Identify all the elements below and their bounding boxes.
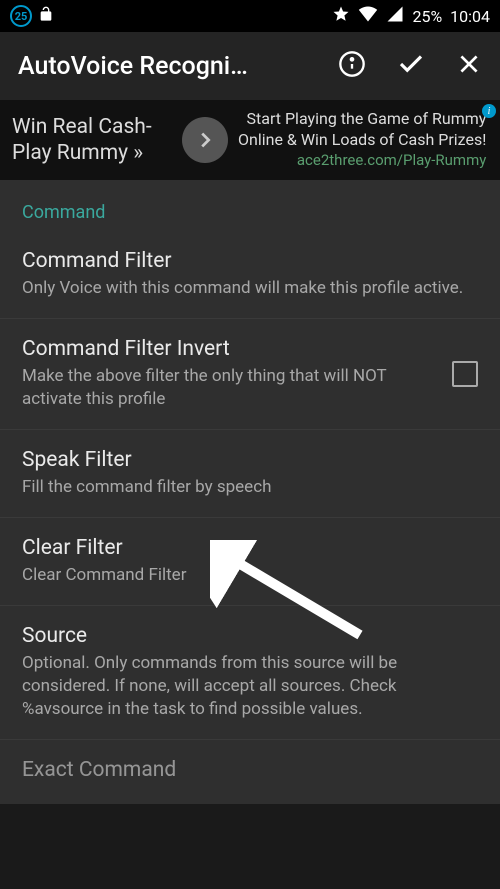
item-subtitle: Clear Command Filter bbox=[22, 564, 478, 587]
status-bar: 25 25% 10:04 bbox=[0, 0, 500, 32]
wifi-icon bbox=[358, 4, 378, 28]
item-clear-filter[interactable]: Clear Filter Clear Command Filter bbox=[0, 518, 500, 606]
star-icon bbox=[332, 5, 350, 27]
item-speak-filter[interactable]: Speak Filter Fill the command filter by … bbox=[0, 430, 500, 518]
ad-banner[interactable]: Win Real Cash- Play Rummy » Start Playin… bbox=[0, 100, 500, 180]
item-title: Source bbox=[22, 624, 478, 648]
item-subtitle: Fill the command filter by speech bbox=[22, 476, 478, 499]
unlock-icon bbox=[38, 6, 54, 26]
ad-desc-2: Online & Win Loads of Cash Prizes! bbox=[238, 130, 486, 151]
ad-headline-1: Win Real Cash- bbox=[12, 114, 172, 140]
ad-arrow-icon bbox=[182, 117, 228, 163]
page-title: AutoVoice Recogni… bbox=[18, 52, 328, 81]
ad-info-icon[interactable]: i bbox=[482, 104, 496, 118]
signal-icon bbox=[386, 5, 404, 27]
item-title: Command Filter Invert bbox=[22, 337, 434, 361]
clock-text: 10:04 bbox=[450, 7, 490, 26]
item-title: Clear Filter bbox=[22, 536, 478, 560]
notification-badge: 25 bbox=[10, 5, 32, 27]
item-title: Command Filter bbox=[22, 249, 478, 273]
ad-url: ace2three.com/Play-Rummy bbox=[238, 151, 486, 171]
ad-desc-1: Start Playing the Game of Rummy bbox=[238, 109, 486, 130]
confirm-icon[interactable] bbox=[396, 49, 426, 83]
close-icon[interactable] bbox=[456, 51, 482, 81]
app-bar: AutoVoice Recogni… bbox=[0, 32, 500, 100]
item-source[interactable]: Source Optional. Only commands from this… bbox=[0, 606, 500, 740]
battery-text: 25% bbox=[412, 7, 442, 26]
checkbox-invert[interactable] bbox=[452, 361, 478, 387]
ad-headline-2: Play Rummy » bbox=[12, 140, 172, 166]
info-icon[interactable] bbox=[338, 50, 366, 82]
item-exact-command[interactable]: Exact Command bbox=[0, 740, 500, 804]
item-title: Speak Filter bbox=[22, 448, 478, 472]
settings-list: Command Command Filter Only Voice with t… bbox=[0, 180, 500, 804]
item-command-filter[interactable]: Command Filter Only Voice with this comm… bbox=[0, 231, 500, 319]
section-header-command: Command bbox=[0, 180, 500, 231]
item-command-filter-invert[interactable]: Command Filter Invert Make the above fil… bbox=[0, 319, 500, 430]
item-title: Exact Command bbox=[22, 758, 478, 782]
item-subtitle: Only Voice with this command will make t… bbox=[22, 277, 478, 300]
item-subtitle: Make the above filter the only thing tha… bbox=[22, 365, 434, 411]
item-subtitle: Optional. Only commands from this source… bbox=[22, 652, 478, 721]
